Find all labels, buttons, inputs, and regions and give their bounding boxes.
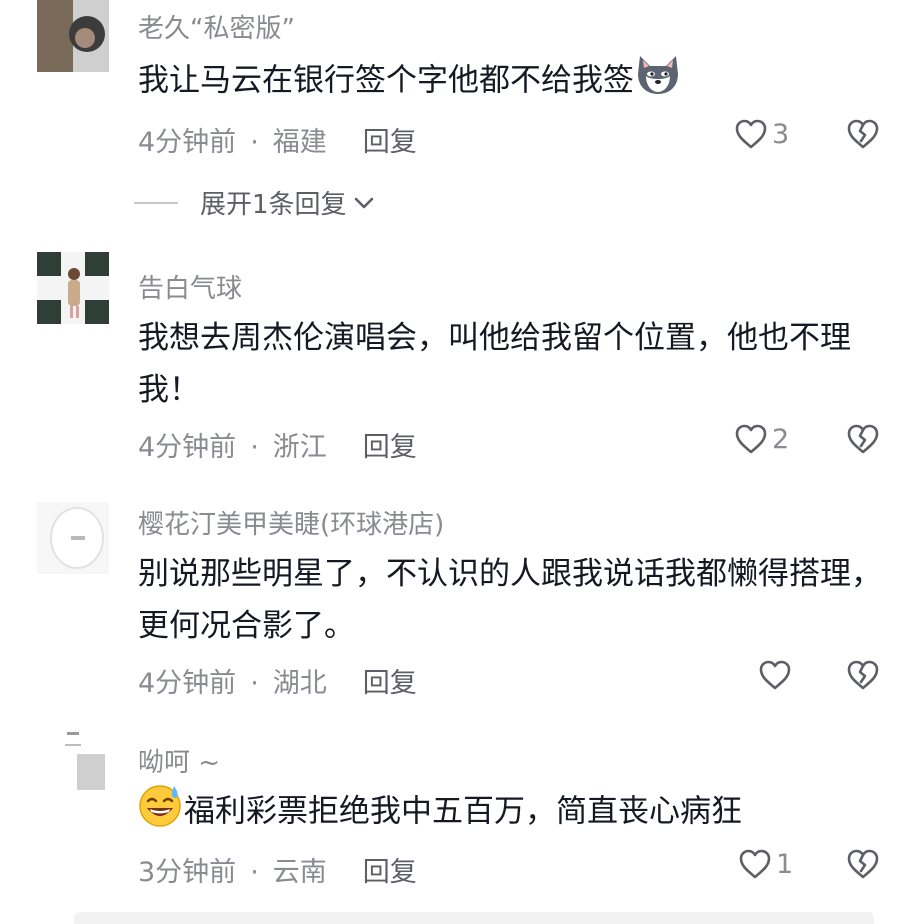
timestamp: 4分钟前	[138, 127, 237, 158]
like-button[interactable]	[758, 659, 796, 691]
username[interactable]: 老久“私密版”	[138, 8, 295, 45]
avatar[interactable]	[37, 252, 109, 324]
expand-replies-button[interactable]: 展开1条回复	[134, 184, 377, 221]
timestamp: 4分钟前	[138, 668, 237, 699]
broken-heart-icon	[847, 119, 879, 149]
comment-text: 我想去周杰伦演唱会，叫他给我留个位置，他也不理我！	[138, 320, 851, 408]
chevron-down-icon	[354, 197, 373, 208]
comment-input-bar-edge	[74, 912, 874, 924]
like-button[interactable]: 2	[734, 423, 789, 455]
meta-separator: ·	[250, 857, 259, 888]
username[interactable]: 樱花汀美甲美睫(环球港店)	[138, 504, 444, 541]
dislike-button[interactable]	[846, 423, 880, 459]
like-count: 3	[772, 118, 790, 150]
location: 湖北	[272, 668, 327, 699]
username[interactable]: 呦呵 ~	[138, 742, 220, 779]
divider	[134, 201, 178, 204]
heart-icon	[735, 424, 767, 454]
reply-button[interactable]: 回复	[363, 857, 417, 888]
comment-text-content: 福利彩票拒绝我中五百万，简直丧心病狂	[184, 793, 742, 830]
avatar[interactable]	[37, 0, 109, 72]
like-count: 2	[772, 423, 790, 455]
dislike-button[interactable]	[846, 848, 880, 884]
meta-separator: ·	[250, 668, 259, 699]
reply-button[interactable]: 回复	[363, 127, 417, 158]
dislike-button[interactable]	[846, 118, 880, 154]
broken-heart-icon	[847, 660, 879, 690]
comment-text: 我让马云在银行签个字他都不给我签	[138, 52, 898, 112]
avatar[interactable]	[37, 722, 109, 794]
comment-meta: 3分钟前 · 云南 回复	[138, 850, 417, 889]
comment-meta: 4分钟前 · 浙江 回复	[138, 425, 417, 464]
heart-icon	[759, 660, 791, 690]
heart-icon	[735, 119, 767, 149]
location: 福建	[272, 127, 327, 158]
broken-heart-icon	[847, 424, 879, 454]
reply-button[interactable]: 回复	[363, 668, 417, 699]
timestamp: 4分钟前	[138, 432, 237, 463]
heart-icon	[739, 849, 771, 879]
meta-separator: ·	[250, 127, 259, 158]
comment-text: 福利彩票拒绝我中五百万，简直丧心病狂	[136, 782, 896, 844]
username[interactable]: 告白气球	[138, 268, 242, 305]
meta-separator: ·	[250, 432, 259, 463]
like-count: 1	[776, 848, 794, 880]
broken-heart-icon	[847, 849, 879, 879]
dislike-button[interactable]	[846, 659, 880, 695]
like-button[interactable]: 1	[738, 848, 793, 880]
comment-meta: 4分钟前 · 福建 回复	[138, 120, 417, 159]
expand-replies-label: 展开1条回复	[200, 190, 347, 220]
sweat-smile-emoji-icon	[136, 782, 184, 844]
location: 云南	[272, 857, 327, 888]
reply-button[interactable]: 回复	[363, 432, 417, 463]
comment-text-content: 我让马云在银行签个字他都不给我签	[138, 62, 634, 99]
location: 浙江	[272, 432, 327, 463]
comment-meta: 4分钟前 · 湖北 回复	[138, 661, 417, 700]
timestamp: 3分钟前	[138, 857, 237, 888]
wolf-emoji-icon	[634, 52, 682, 112]
like-button[interactable]: 3	[734, 118, 789, 150]
avatar[interactable]	[37, 502, 109, 574]
comment-text: 别说那些明星了，不认识的人跟我说话我都懒得搭理，更何况合影了。	[138, 556, 882, 644]
